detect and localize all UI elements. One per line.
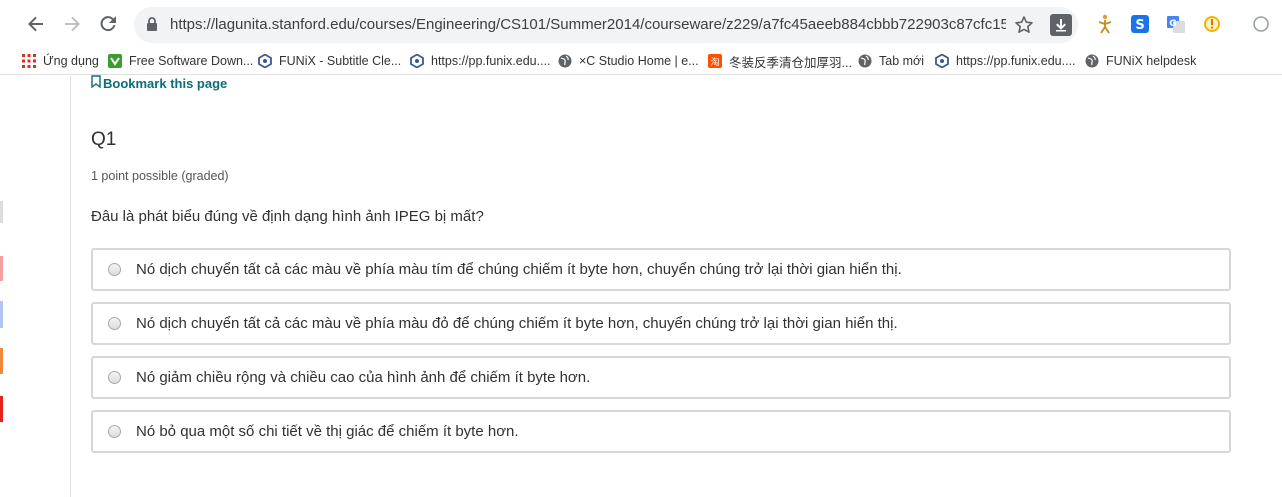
extension-alert-icon[interactable]: [1201, 13, 1223, 35]
back-arrow-icon: [28, 16, 43, 32]
download-icon[interactable]: [1050, 14, 1072, 36]
question-points: 1 point possible (graded): [91, 169, 229, 183]
funix-hex-icon: [258, 54, 272, 68]
extension-s-icon[interactable]: S: [1129, 13, 1151, 35]
url-text: https://lagunita.stanford.edu/courses/En…: [170, 16, 1006, 33]
globe-icon: [558, 54, 572, 68]
page-content: Bookmark this page Q1 1 point possible (…: [0, 75, 1282, 497]
radio-button[interactable]: [108, 371, 121, 384]
globe-icon: [1085, 54, 1099, 68]
answer-option[interactable]: Nó bỏ qua một số chi tiết về thị giác để…: [91, 410, 1231, 453]
question-title: Q1: [91, 129, 117, 150]
bookmark-funix-helpdesk[interactable]: FUNiX helpdesk: [1085, 52, 1196, 70]
address-bar[interactable]: https://lagunita.stanford.edu/courses/En…: [134, 7, 1078, 43]
bookmark-label: Free Software Down...: [129, 54, 254, 68]
bookmark-label: Ứng dụng: [43, 54, 99, 68]
bookmark-pp-funix-2[interactable]: https://pp.funix.edu....: [935, 52, 1076, 70]
forward-arrow-icon: [65, 16, 80, 32]
bookmark-label: 冬装反季清仓加厚羽...: [729, 55, 852, 70]
bookmark-page-link[interactable]: Bookmark this page: [91, 75, 228, 91]
forward-button[interactable]: [60, 12, 84, 36]
bookmark-apps[interactable]: Ứng dụng: [22, 52, 99, 70]
bookmark-pp-funix-1[interactable]: https://pp.funix.edu....: [410, 52, 551, 70]
left-gutter: [0, 76, 10, 497]
bookmark-label: Tab mới: [879, 54, 925, 68]
bookmark-label: ×C Studio Home | e...: [579, 54, 699, 68]
svg-text:S: S: [1135, 18, 1144, 33]
bookmark-shop[interactable]: 淘 冬装反季清仓加厚羽...: [708, 52, 852, 70]
bookmark-icon: [91, 75, 101, 91]
radio-button[interactable]: [108, 425, 121, 438]
svg-text:淘: 淘: [710, 56, 719, 68]
answer-option[interactable]: Nó dịch chuyển tất cả các màu về phía mà…: [91, 248, 1231, 291]
content-border-left: [70, 76, 71, 497]
answer-option-label: Nó giảm chiều rộng và chiều cao của hình…: [136, 369, 591, 386]
download-arrow-icon: [108, 54, 122, 68]
funix-hex-icon: [410, 54, 424, 68]
bookmark-label: https://pp.funix.edu....: [956, 54, 1076, 68]
side-tab-sliver: [0, 396, 3, 422]
bookmark-label: FUNiX - Subtitle Cle...: [279, 54, 402, 68]
reload-button[interactable]: [96, 12, 120, 36]
bookmark-xc-studio[interactable]: ×C Studio Home | e...: [558, 52, 699, 70]
answer-option[interactable]: Nó giảm chiều rộng và chiều cao của hình…: [91, 356, 1231, 399]
side-tab-sliver: [0, 348, 3, 374]
reload-icon: [100, 16, 116, 32]
radio-button[interactable]: [108, 263, 121, 276]
answer-option[interactable]: Nó dịch chuyển tất cả các màu về phía mà…: [91, 302, 1231, 345]
extension-partial-icon[interactable]: [1250, 13, 1272, 35]
side-tab-sliver: [0, 301, 3, 328]
radio-button[interactable]: [108, 317, 121, 330]
bookmark-tab-moi[interactable]: Tab mới: [858, 52, 924, 70]
side-tab-sliver: [0, 201, 3, 223]
svg-text:G: G: [1169, 19, 1176, 29]
back-button[interactable]: [24, 12, 48, 36]
google-translate-icon[interactable]: G: [1165, 13, 1187, 35]
lock-icon: [146, 17, 158, 37]
bookmark-label: https://pp.funix.edu....: [431, 54, 551, 68]
browser-toolbar: https://lagunita.stanford.edu/courses/En…: [0, 0, 1282, 48]
globe-icon: [858, 54, 872, 68]
side-tab-sliver: [0, 256, 3, 281]
bookmark-funix-subtitle[interactable]: FUNiX - Subtitle Cle...: [258, 52, 401, 70]
extension-figure-icon[interactable]: [1094, 13, 1116, 35]
apps-grid-icon: [22, 54, 36, 68]
bookmarks-bar: Ứng dụng Free Software Down... FUNiX - S…: [0, 48, 1282, 75]
answer-option-label: Nó dịch chuyển tất cả các màu về phía mà…: [136, 315, 898, 332]
answer-option-label: Nó bỏ qua một số chi tiết về thị giác để…: [136, 423, 519, 440]
shop-icon: 淘: [708, 54, 722, 68]
bookmark-label: FUNiX helpdesk: [1106, 54, 1197, 68]
funix-hex-icon: [935, 54, 949, 68]
bookmark-page-label: Bookmark this page: [103, 75, 228, 91]
question-text: Đâu là phát biểu đúng về định dạng hình …: [91, 208, 484, 225]
answer-option-label: Nó dịch chuyển tất cả các màu về phía mà…: [136, 261, 902, 278]
bookmark-star-icon[interactable]: [1014, 15, 1034, 40]
bookmark-free-software[interactable]: Free Software Down...: [108, 52, 253, 70]
